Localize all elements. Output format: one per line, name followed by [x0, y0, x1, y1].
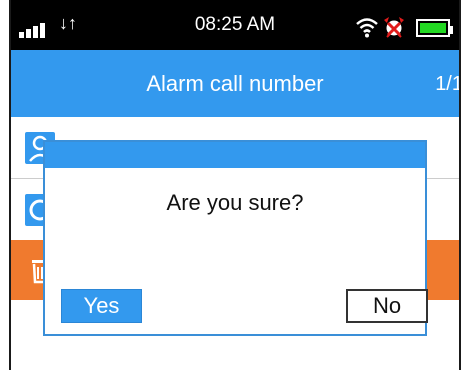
yes-button[interactable]: Yes: [61, 289, 142, 323]
wifi-icon: [356, 18, 378, 38]
page-title: Alarm call number: [146, 71, 324, 96]
no-button[interactable]: No: [346, 289, 428, 323]
dialog-message: Are you sure?: [166, 190, 304, 215]
title-bar: Alarm call number 1/1: [11, 50, 459, 117]
status-bar: ↓↑ 08:25 AM: [11, 0, 459, 50]
battery-icon: [416, 19, 453, 37]
page-indicator: 1/1: [435, 73, 461, 95]
dialog-header: [45, 142, 425, 168]
confirm-dialog: Are you sure? Yes No: [43, 140, 428, 336]
phone-screen: ↓↑ 08:25 AM Alarm call number 1/1 Are yo…: [9, 0, 461, 370]
alarm-clock-icon: [384, 17, 404, 38]
